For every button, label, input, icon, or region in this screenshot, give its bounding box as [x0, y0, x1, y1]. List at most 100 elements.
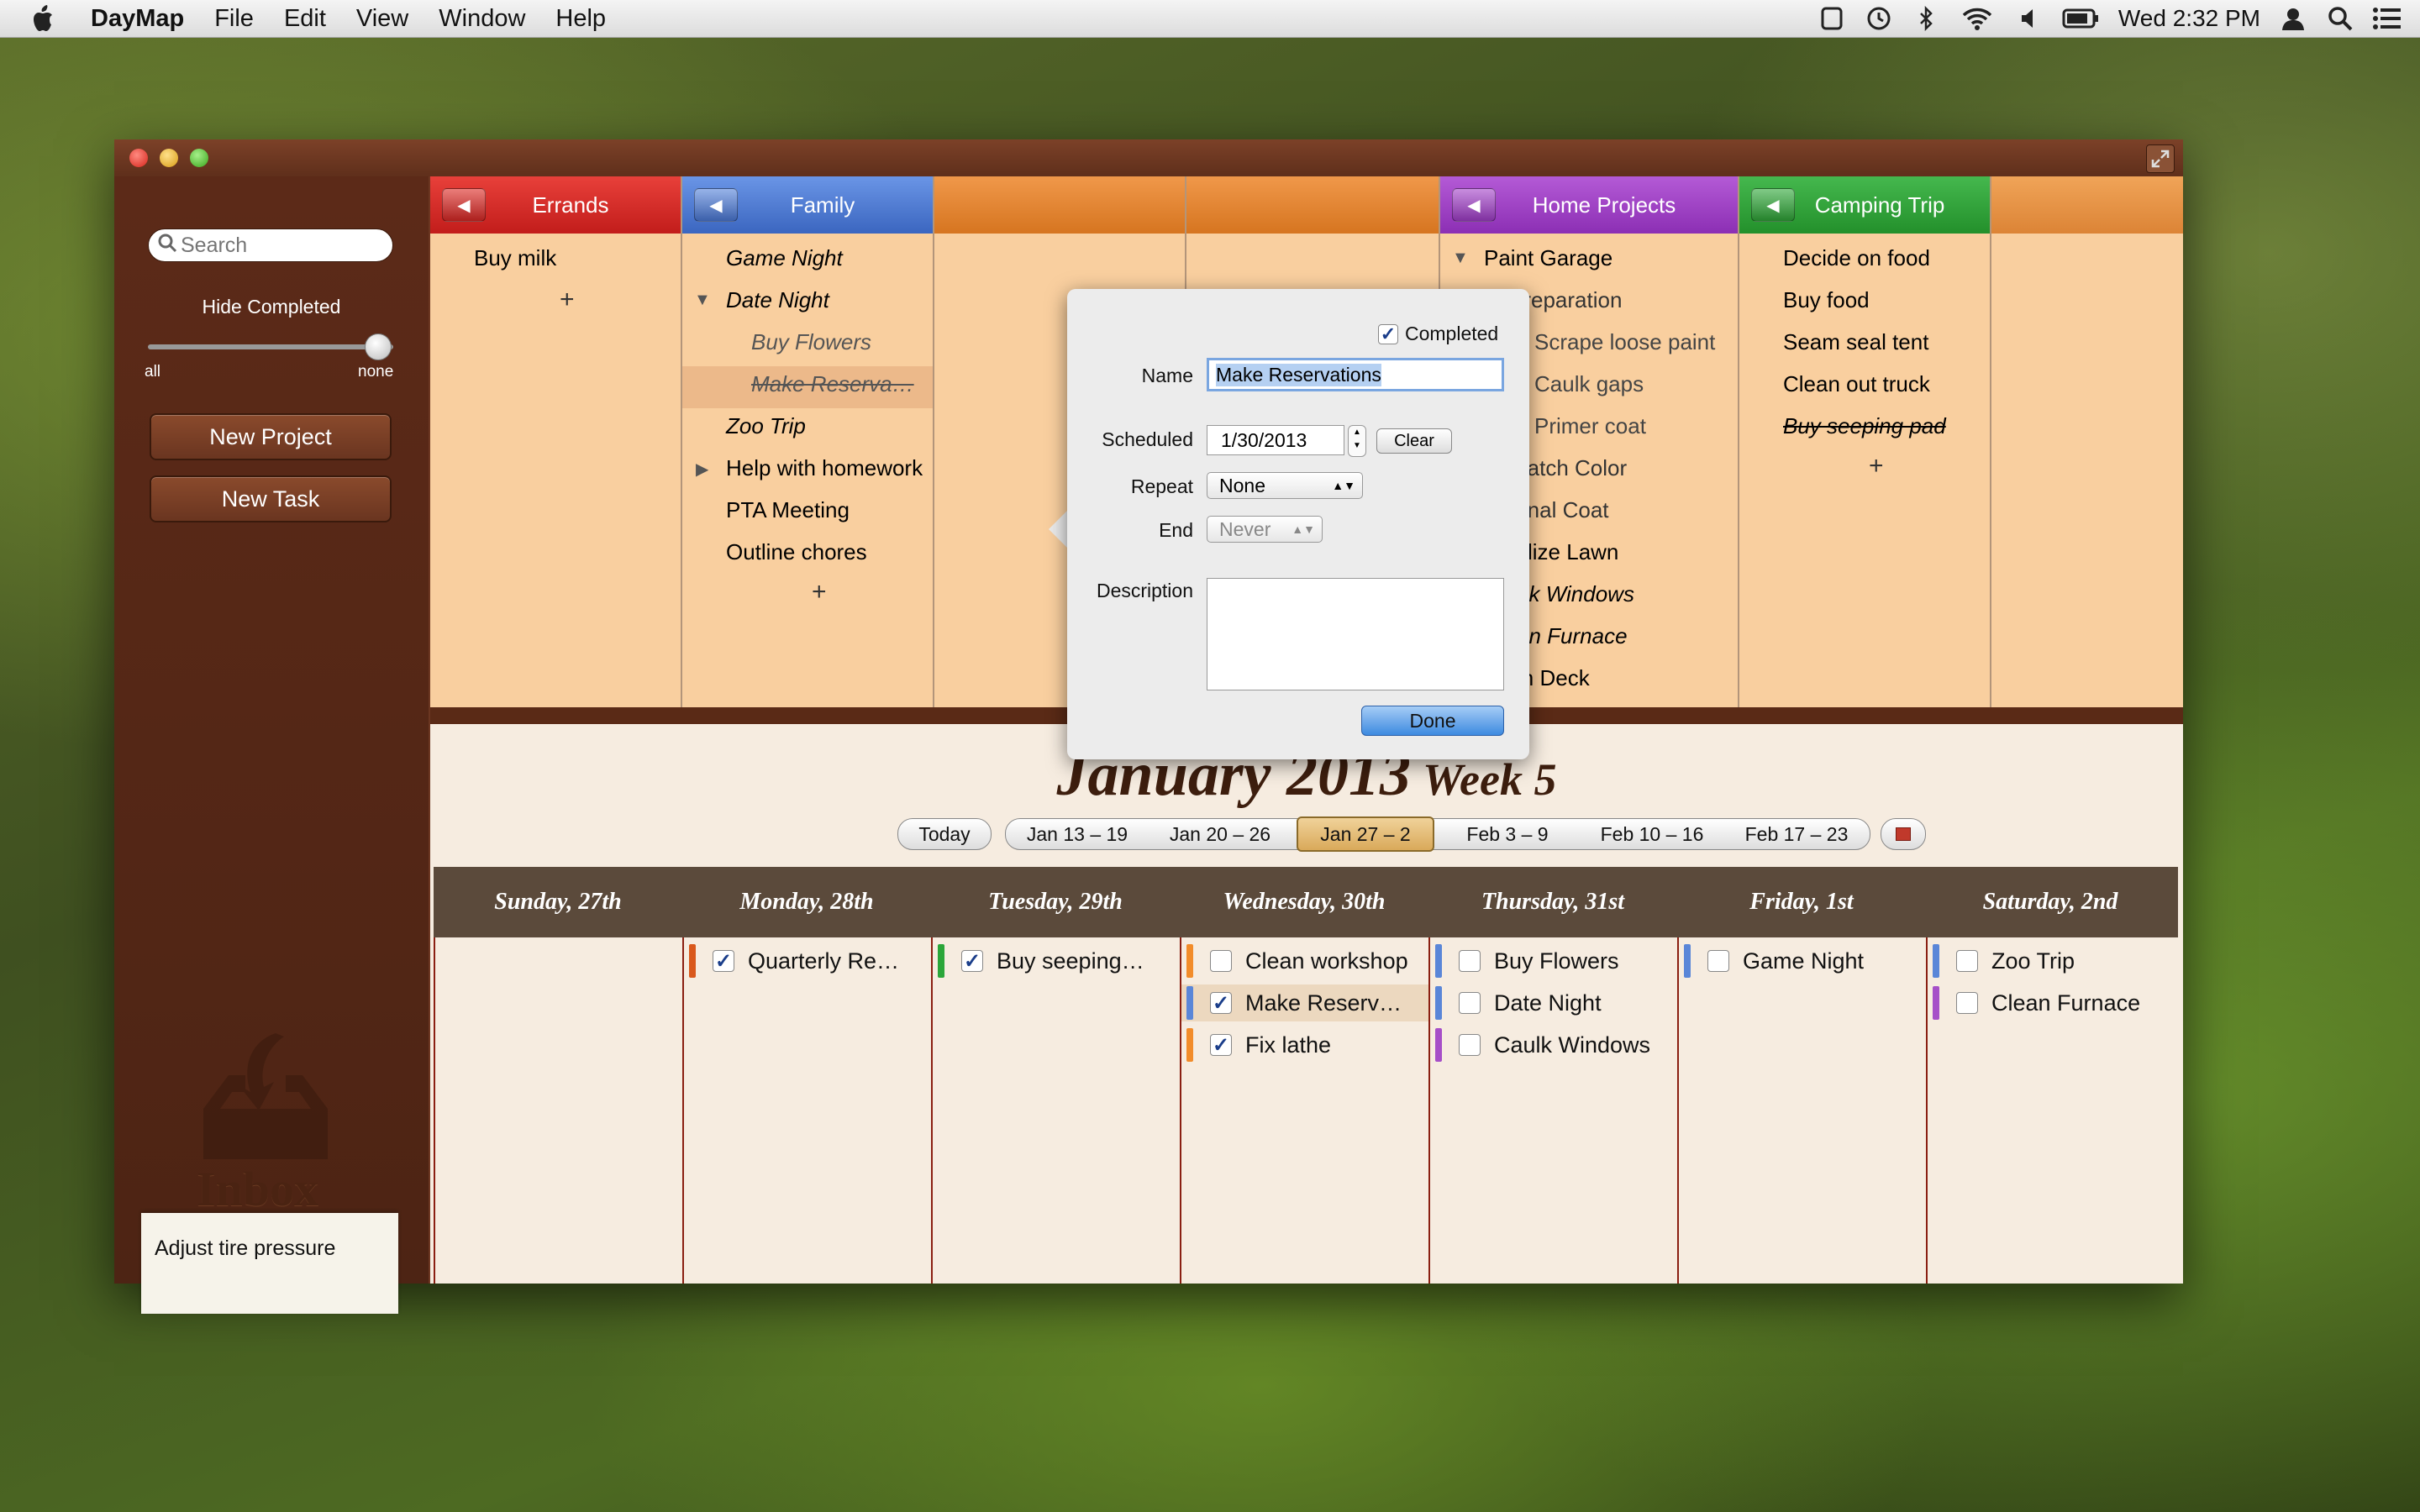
disclosure-open-icon[interactable]: ▼	[1452, 249, 1469, 268]
project-header-hidden-2[interactable]	[1186, 176, 1439, 234]
menu-help[interactable]: Help	[555, 5, 606, 33]
menu-clock[interactable]: Wed 2:32 PM	[2118, 5, 2260, 32]
calendar-task[interactable]: ✓ Fix lathe	[1181, 1026, 1430, 1063]
task-checkbox[interactable]: ✓	[713, 950, 734, 973]
done-button[interactable]: Done	[1361, 706, 1504, 736]
add-task-button[interactable]: +	[1869, 452, 1884, 480]
week-option[interactable]: Feb 10 – 16	[1581, 819, 1723, 849]
task-checkbox[interactable]	[1459, 1034, 1481, 1056]
name-field[interactable]: Make Reservations	[1207, 358, 1504, 391]
task-checkbox[interactable]	[1210, 950, 1232, 972]
task-item[interactable]: Caulk gaps	[1534, 371, 1644, 397]
task-checkbox[interactable]	[1459, 950, 1481, 972]
window-titlebar[interactable]	[114, 139, 2183, 176]
minimize-window-button[interactable]	[160, 149, 178, 167]
inbox-item[interactable]: Adjust tire pressure	[141, 1213, 398, 1314]
fullscreen-icon[interactable]	[2146, 144, 2175, 173]
wifi-icon[interactable]	[1959, 4, 1996, 33]
add-task-button[interactable]: +	[812, 578, 827, 606]
project-header-hidden-3[interactable]	[1991, 176, 2183, 234]
task-item[interactable]: Primer coat	[1534, 413, 1646, 439]
zoom-window-button[interactable]	[190, 149, 208, 167]
task-checkbox[interactable]: ✓	[1210, 1034, 1232, 1057]
task-item[interactable]: Scrape loose paint	[1534, 329, 1715, 355]
repeat-select[interactable]: None ▲▼	[1207, 472, 1363, 499]
calendar-task[interactable]: Buy Flowers	[1430, 942, 1679, 979]
search-input[interactable]	[179, 232, 384, 259]
menu-view[interactable]: View	[356, 5, 408, 33]
calendar-task[interactable]: ✓ Make Reserv…	[1181, 984, 1430, 1021]
calendar-task[interactable]: Caulk Windows	[1430, 1026, 1679, 1063]
week-option[interactable]: Feb 17 – 23	[1725, 819, 1868, 849]
task-item[interactable]: Paint Garage	[1484, 245, 1612, 271]
task-checkbox[interactable]	[1956, 950, 1978, 972]
spotlight-icon[interactable]	[2326, 4, 2354, 33]
time-machine-icon[interactable]	[1865, 4, 1893, 33]
end-select[interactable]: Never ▲▼	[1207, 516, 1323, 543]
task-checkbox[interactable]: ✓	[1210, 992, 1232, 1015]
week-option[interactable]: Jan 20 – 26	[1149, 819, 1292, 849]
task-item[interactable]: Buy seeping pad	[1783, 413, 1946, 439]
menu-window[interactable]: Window	[439, 5, 525, 33]
clear-button[interactable]: Clear	[1376, 428, 1452, 454]
calendar-task[interactable]: ✓ Buy seeping…	[933, 942, 1181, 979]
description-field[interactable]	[1207, 578, 1504, 690]
battery-icon[interactable]	[2061, 4, 2100, 33]
collapse-project-icon[interactable]: ◀	[442, 188, 486, 222]
completed-label[interactable]: Completed	[1405, 323, 1498, 345]
task-item[interactable]: Seam seal tent	[1783, 329, 1928, 355]
calendar-task[interactable]: Zoo Trip	[1928, 942, 2175, 979]
user-icon[interactable]	[2279, 4, 2307, 33]
day-column[interactable]: ✓ Quarterly Re…	[682, 937, 933, 1284]
day-column[interactable]: Buy Flowers Date Night Caulk Windows	[1428, 937, 1679, 1284]
task-checkbox[interactable]	[1956, 992, 1978, 1014]
collapse-project-icon[interactable]: ◀	[694, 188, 738, 222]
day-column[interactable]	[434, 937, 684, 1284]
disclosure-open-icon[interactable]: ▼	[694, 291, 711, 310]
calendar-task[interactable]: Game Night	[1679, 942, 1928, 979]
task-item[interactable]: Game Night	[726, 245, 843, 271]
completed-checkbox[interactable]: ✓	[1378, 323, 1398, 344]
apple-menu-icon[interactable]	[32, 4, 60, 33]
hide-completed-slider[interactable]	[148, 344, 393, 349]
day-column[interactable]: Clean workshop ✓ Make Reserv… ✓ Fix lathe	[1180, 937, 1430, 1284]
task-item[interactable]: PTA Meeting	[726, 497, 850, 523]
project-header-family[interactable]: ◀ Family	[682, 176, 933, 234]
week-option[interactable]: Jan 13 – 19	[1006, 819, 1149, 849]
week-option-selected[interactable]: Jan 27 – 2	[1297, 816, 1434, 852]
volume-icon[interactable]	[2014, 4, 2043, 33]
menu-file[interactable]: File	[214, 5, 254, 33]
day-column[interactable]: ✓ Buy seeping…	[931, 937, 1181, 1284]
search-field[interactable]	[148, 228, 393, 262]
calendar-task[interactable]: Date Night	[1430, 984, 1679, 1021]
task-item[interactable]: Decide on food	[1783, 245, 1930, 271]
task-item[interactable]: Buy food	[1783, 287, 1870, 313]
day-column[interactable]: Zoo Trip Clean Furnace	[1926, 937, 2175, 1284]
menu-edit[interactable]: Edit	[284, 5, 326, 33]
today-button[interactable]: Today	[897, 818, 992, 850]
task-checkbox[interactable]: ✓	[961, 950, 983, 973]
project-header-camping-trip[interactable]: ◀ Camping Trip	[1739, 176, 1990, 234]
project-header-home-projects[interactable]: ◀ Home Projects	[1440, 176, 1738, 234]
week-option[interactable]: Feb 3 – 9	[1436, 819, 1579, 849]
notification-list-icon[interactable]	[2373, 4, 2402, 33]
disclosure-closed-icon[interactable]: ▶	[696, 459, 708, 480]
task-item[interactable]: Help with homework	[726, 455, 923, 481]
hide-completed-slider-knob[interactable]	[365, 333, 392, 360]
task-item[interactable]: Outline chores	[726, 539, 867, 565]
project-header-errands[interactable]: ◀ Errands	[430, 176, 681, 234]
task-item-selected[interactable]: Make Reserva…	[751, 371, 914, 397]
bluetooth-icon[interactable]	[1912, 4, 1940, 33]
calendar-picker-button[interactable]	[1881, 818, 1926, 850]
date-stepper[interactable]: ▲ ▼	[1348, 425, 1366, 457]
collapse-project-icon[interactable]: ◀	[1751, 188, 1795, 222]
add-task-button[interactable]: +	[560, 286, 575, 314]
new-task-button[interactable]: New Task	[150, 475, 392, 522]
screen-icon[interactable]	[1818, 4, 1846, 33]
task-checkbox[interactable]	[1459, 992, 1481, 1014]
calendar-task[interactable]: ✓ Quarterly Re…	[684, 942, 933, 979]
task-checkbox[interactable]	[1707, 950, 1729, 972]
task-item[interactable]: Buy Flowers	[751, 329, 871, 355]
calendar-task[interactable]: Clean Furnace	[1928, 984, 2175, 1021]
day-column[interactable]: Game Night	[1677, 937, 1928, 1284]
